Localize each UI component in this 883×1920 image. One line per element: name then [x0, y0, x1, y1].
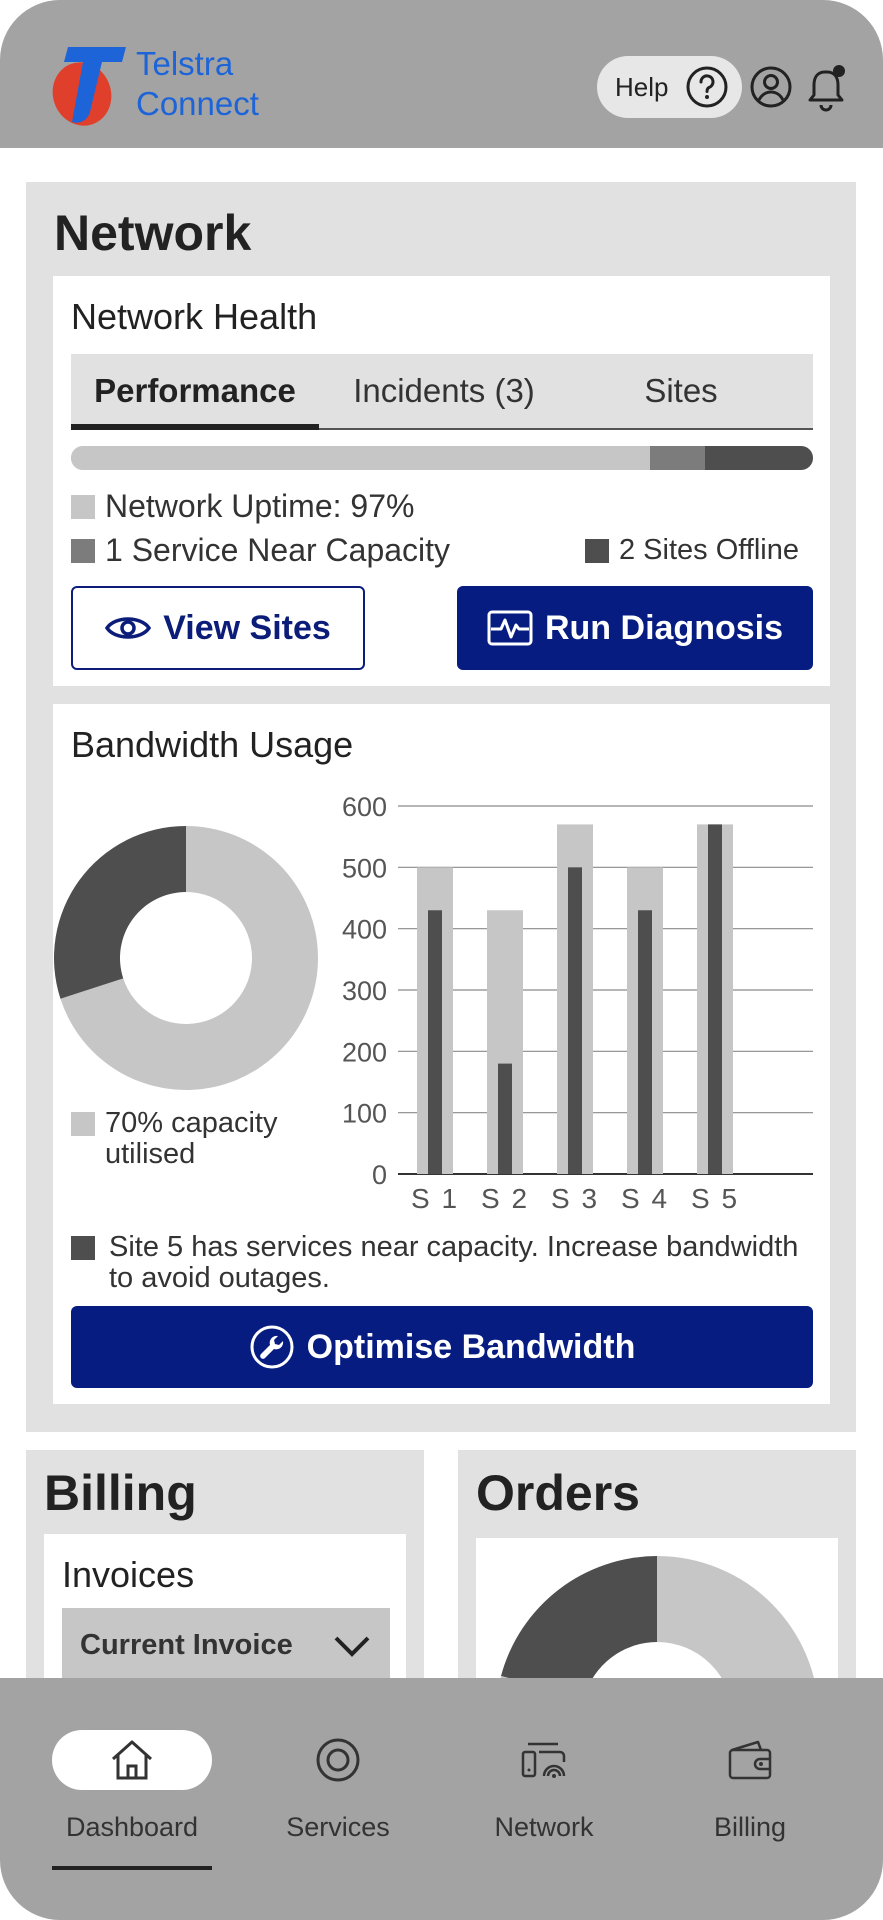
brand-line-2: Connect: [136, 85, 259, 122]
capacity-warning-text: Site 5 has services near capacity. Incre…: [109, 1231, 799, 1294]
y-tick-label-200: 200: [342, 1037, 387, 1067]
nav-network-label: Network: [494, 1812, 594, 1842]
y-tick-label-500: 500: [342, 853, 387, 883]
x-tick-label-5: S 5: [691, 1183, 739, 1214]
brand-line-1: Telstra: [136, 45, 234, 82]
y-tick-label-600: 600: [342, 792, 387, 822]
health-bar-segment-3: [705, 446, 813, 470]
legend-sites-offline-label: 2 Sites Offline: [619, 534, 800, 566]
wrench-icon: [250, 1325, 294, 1369]
y-tick-label-300: 300: [342, 976, 387, 1006]
run-diagnosis-button[interactable]: Run Diagnosis: [457, 586, 813, 670]
bar-usage-1: [428, 910, 442, 1174]
y-tick-label-0: 0: [372, 1160, 387, 1190]
bandwidth-usage-card: Bandwidth Usage 0 100 200 300 400 500 600 S 1S …: [53, 704, 830, 1404]
nav-services-label: Services: [286, 1812, 390, 1842]
network-icon: [521, 1742, 566, 1778]
help-button[interactable]: Help: [597, 56, 742, 118]
x-tick-label-3: S 3: [551, 1183, 599, 1214]
donut-legend-swatch: [71, 1112, 95, 1136]
nav-services[interactable]: Services: [238, 1678, 438, 1878]
health-bar-segment-1: [71, 446, 650, 470]
optimise-bandwidth-label: Optimise Bandwidth: [306, 1327, 636, 1366]
legend-near-capacity: 1 Service Near Capacity: [71, 532, 450, 569]
help-label: Help: [615, 71, 669, 102]
nav-dashboard-label: Dashboard: [65, 1812, 199, 1842]
network-section: Network Network Health Performance Incid…: [26, 182, 856, 1432]
tab-sites[interactable]: Sites: [611, 354, 751, 428]
bar-usage-5: [708, 824, 722, 1174]
health-bar-segment-2: [649, 446, 706, 470]
telstra-logo: [52, 47, 126, 126]
network-health-bar: [71, 446, 813, 470]
network-health-title: Network Health: [71, 296, 318, 337]
bottom-navigation: Dashboard Services Network Billing: [0, 1678, 883, 1920]
invoices-title: Invoices: [62, 1554, 195, 1595]
account-icon[interactable]: [750, 66, 792, 108]
nav-billing-label: Billing: [713, 1812, 787, 1842]
diagnosis-pulse-icon: [487, 610, 533, 646]
chevron-down-icon: [334, 1636, 370, 1657]
nav-services-icon-wrap: [308, 1730, 368, 1790]
network-health-card: Network Health Performance Incidents (3)…: [53, 276, 830, 686]
x-tick-label-4: S 4: [621, 1183, 669, 1214]
app-screen: Telstra Connect Help Network Network Hea…: [0, 0, 883, 1920]
billing-title: Billing: [44, 1465, 197, 1521]
note-swatch: [71, 1236, 95, 1260]
y-tick-label-100: 100: [342, 1099, 387, 1129]
invoice-select-value: Current Invoice: [80, 1628, 293, 1661]
network-health-tabs: Performance Incidents (3) Sites: [71, 354, 813, 430]
x-tick-label-2: S 2: [481, 1183, 529, 1214]
legend-sites-offline: 2 Sites Offline: [585, 534, 799, 567]
brand-name: Telstra Connect: [136, 44, 259, 124]
nav-dashboard[interactable]: Dashboard: [32, 1678, 232, 1878]
app-header: Telstra Connect Help: [0, 0, 883, 148]
legend-swatch-uptime: [71, 494, 95, 519]
donut-slice-2: [53, 826, 187, 999]
run-diagnosis-label: Run Diagnosis: [544, 608, 784, 647]
legend-uptime-label: Network Uptime: 97%: [105, 488, 415, 524]
y-tick-label-400: 400: [342, 915, 387, 945]
network-title: Network: [54, 205, 252, 261]
eye-icon: [105, 617, 152, 639]
optimise-bandwidth-button[interactable]: Optimise Bandwidth: [71, 1306, 813, 1388]
nav-dashboard-pill: [52, 1730, 212, 1790]
legend-swatch-near-capacity: [71, 538, 95, 563]
wallet-icon: [728, 1740, 772, 1780]
bar-usage-2: [498, 1063, 512, 1174]
capacity-warning-note: Site 5 has services near capacity. Incre…: [71, 1232, 811, 1294]
services-icon: [316, 1738, 360, 1782]
notification-bell-icon[interactable]: [805, 62, 849, 112]
view-sites-button[interactable]: View Sites: [71, 586, 365, 670]
view-sites-label: View Sites: [163, 608, 331, 647]
invoice-select[interactable]: Current Invoice: [62, 1608, 390, 1682]
nav-network-icon-wrap: [514, 1730, 574, 1790]
orders-title: Orders: [476, 1465, 640, 1521]
help-question-icon: [686, 66, 728, 108]
home-icon: [111, 1740, 153, 1780]
tab-performance[interactable]: Performance: [71, 354, 319, 430]
nav-billing-icon-wrap: [720, 1730, 780, 1790]
donut-legend-label: 70% capacity utilised: [105, 1107, 278, 1170]
nav-billing[interactable]: Billing: [650, 1678, 850, 1878]
nav-network[interactable]: Network: [444, 1678, 644, 1878]
bar-usage-4: [638, 910, 652, 1174]
tab-incidents[interactable]: Incidents (3): [329, 354, 559, 428]
donut-legend: 70% capacity utilised: [71, 1108, 311, 1170]
nav-active-indicator: [52, 1866, 212, 1870]
legend-near-capacity-label: 1 Service Near Capacity: [105, 532, 451, 568]
legend-swatch-sites-offline: [585, 538, 609, 563]
legend-uptime: Network Uptime: 97%: [71, 488, 414, 525]
x-tick-label-1: S 1: [411, 1183, 459, 1214]
bar-usage-3: [568, 867, 582, 1174]
